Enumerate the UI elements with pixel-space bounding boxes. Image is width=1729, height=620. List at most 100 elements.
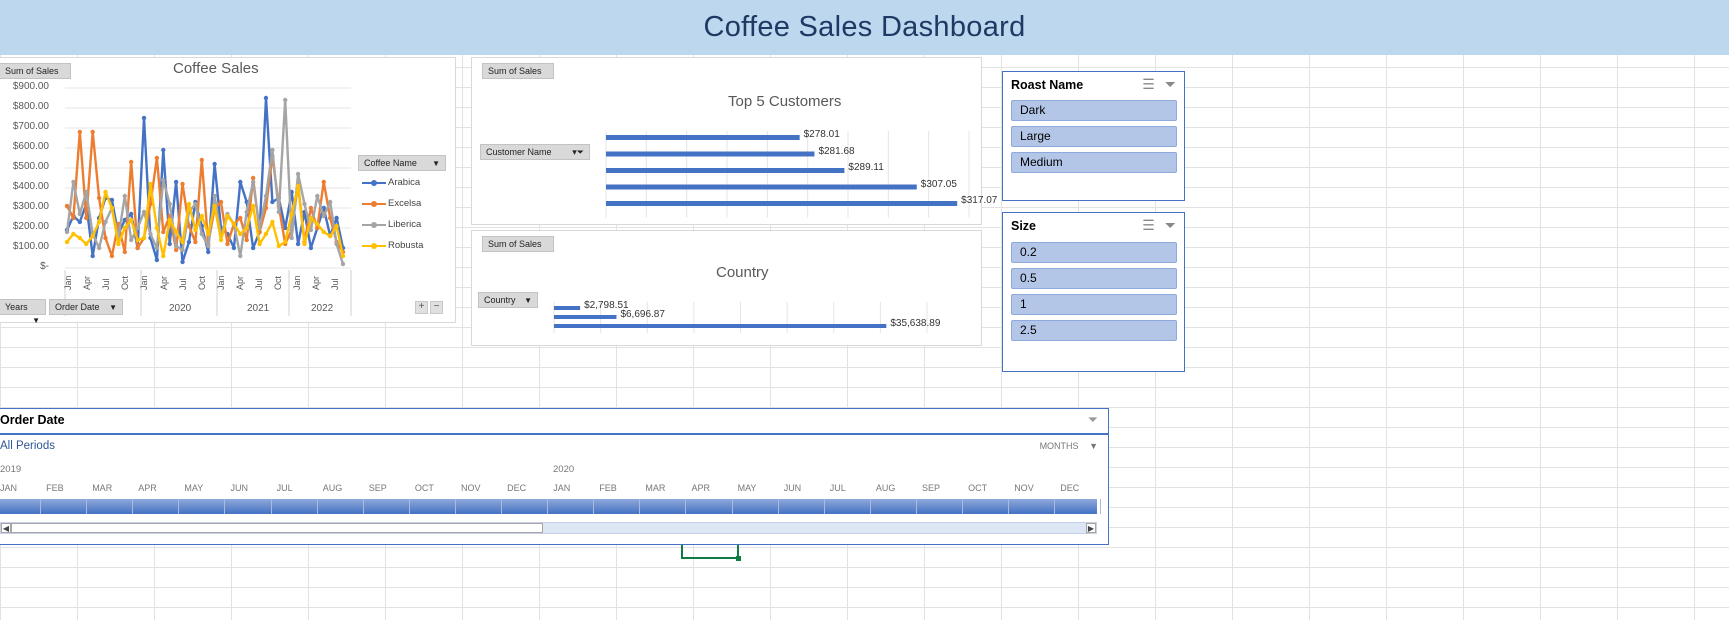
data-label: $278.01 [803, 129, 840, 140]
data-point [225, 241, 230, 247]
timeline-year-2019: 2019 [0, 464, 22, 475]
data-point [77, 235, 83, 241]
data-point [193, 239, 198, 245]
slicer-item-size-1[interactable]: 1 [1011, 294, 1177, 315]
data-point [141, 209, 147, 215]
data-point [167, 217, 172, 223]
timeline-scrollbar[interactable]: ◀ ▶ [0, 522, 1097, 534]
legend-item-arabica[interactable]: Arabica [362, 177, 420, 188]
x-tick-label: Apr [234, 275, 245, 290]
bar[interactable] [554, 306, 581, 310]
slicer-item-size-0-2[interactable]: 0.2 [1011, 242, 1177, 263]
collapse-field-button[interactable]: − [430, 301, 443, 314]
multi-select-icon[interactable]: ☰ [1142, 217, 1155, 234]
data-point [250, 245, 256, 251]
x-tick-label: Oct [196, 275, 207, 290]
timeline-month-tick [501, 499, 502, 514]
timeline-month-label: JUL [829, 483, 846, 493]
dashboard-banner: Coffee Sales Dashboard [0, 0, 1729, 55]
data-point [295, 183, 301, 189]
series-line-arabica[interactable] [65, 96, 345, 264]
selected-cell[interactable] [681, 545, 741, 561]
data-point [321, 213, 326, 219]
bar[interactable] [606, 184, 917, 190]
data-point [315, 221, 320, 227]
timeline-month-tick [915, 499, 917, 514]
data-point [128, 159, 134, 165]
customers-plot-area [605, 131, 970, 218]
bar[interactable] [606, 168, 845, 173]
legend-item-robusta[interactable]: Robusta [362, 240, 423, 251]
timeline-month-label: AUG [322, 483, 343, 493]
data-point [206, 243, 211, 249]
size-slicer[interactable]: Size ☰ ⏷ 0.2 0.5 1 2.5 [1002, 212, 1185, 372]
bar[interactable] [554, 315, 617, 319]
slicer-item-medium[interactable]: Medium [1011, 152, 1177, 173]
years-axis-button[interactable]: Years ▼ [0, 299, 46, 325]
data-point [263, 95, 269, 101]
slicer-item-large[interactable]: Large [1011, 126, 1177, 147]
slicer-item-dark[interactable]: Dark [1011, 100, 1177, 121]
bar[interactable] [554, 324, 887, 328]
scroll-right-icon[interactable]: ▶ [1086, 523, 1096, 533]
slicer-item-size-0-5[interactable]: 0.5 [1011, 268, 1177, 289]
chevron-down-icon: ▼ [32, 316, 40, 325]
data-point [96, 245, 102, 251]
data-point [334, 241, 339, 247]
timeline-month-tick [270, 499, 272, 514]
data-point [64, 203, 70, 209]
data-point [128, 211, 134, 217]
data-point [103, 219, 108, 225]
years-axis-label: Years [5, 302, 28, 312]
x-tick-label: Jan [292, 275, 303, 290]
bar[interactable] [606, 135, 800, 140]
coffee-name-legend-label: Coffee Name [364, 158, 417, 168]
data-point [308, 245, 314, 251]
timeline-level-dropdown[interactable]: MONTHS ▼ [1040, 441, 1098, 451]
legend-item-excelsa[interactable]: Excelsa [362, 198, 421, 209]
data-point [321, 179, 326, 185]
top-customers-chart[interactable]: Sum of Sales Top 5 Customers Customer Na… [471, 57, 997, 225]
data-point [231, 245, 237, 251]
clear-filter-icon[interactable]: ⏷ [1165, 76, 1176, 93]
multi-select-icon[interactable]: ☰ [1142, 76, 1155, 93]
x-tick-label: Jan [139, 275, 150, 290]
coffee-sales-chart[interactable]: Sum of Sales Coffee Sales $900.00 $800.00… [0, 57, 456, 325]
coffee-name-legend-button[interactable]: Coffee Name ▼ [358, 155, 446, 171]
data-point [180, 247, 185, 253]
x-tick-label: Apr [158, 275, 169, 290]
order-date-timeline[interactable]: Order Date ⏷ All Periods MONTHS ▼ 2019 2… [0, 408, 1109, 545]
series-line-liberica[interactable] [65, 98, 345, 265]
bar[interactable] [606, 151, 815, 157]
data-point [283, 239, 288, 245]
data-point [154, 155, 160, 161]
data-point [167, 241, 172, 247]
clear-filter-icon[interactable]: ⏷ [1088, 412, 1098, 428]
data-point [161, 229, 166, 235]
data-point [71, 231, 76, 237]
data-point [263, 231, 269, 237]
data-point [302, 241, 307, 247]
timeline-period-bar[interactable] [0, 499, 1102, 514]
legend-label: Arabica [388, 177, 421, 188]
order-date-axis-button[interactable]: Order Date ▼ [49, 299, 123, 315]
timeline-month-label: NOV [461, 483, 481, 493]
data-point [84, 189, 89, 195]
legend-item-liberica[interactable]: Liberica [362, 219, 421, 230]
timeline-month-label: OCT [414, 483, 434, 493]
expand-field-button[interactable]: + [415, 301, 428, 314]
bar[interactable] [606, 201, 958, 206]
data-point [71, 179, 76, 185]
slicer-item-size-2-5[interactable]: 2.5 [1011, 320, 1177, 341]
timeline-month-tick [1054, 499, 1056, 514]
scroll-left-icon[interactable]: ◀ [1, 523, 11, 533]
country-chart[interactable]: Sum of Sales Country Country ▼ $2,798.51 $… [471, 230, 982, 346]
data-point [334, 215, 339, 221]
timeline-scroll-thumb[interactable] [11, 523, 543, 533]
data-point [315, 193, 320, 199]
clear-filter-icon[interactable]: ⏷ [1165, 217, 1176, 234]
data-point [96, 219, 102, 225]
data-point [295, 171, 301, 177]
roast-name-slicer[interactable]: Roast Name ☰ ⏷ Dark Large Medium [1002, 71, 1185, 201]
data-point [340, 253, 346, 259]
